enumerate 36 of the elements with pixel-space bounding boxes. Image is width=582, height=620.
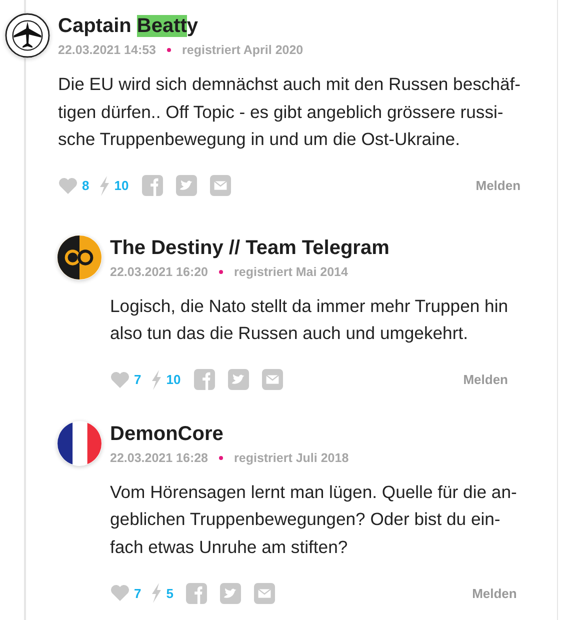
facebook-icon[interactable] <box>142 175 163 196</box>
mail-icon[interactable] <box>254 582 276 604</box>
like-count: 8 <box>82 178 90 193</box>
twitter-icon[interactable] <box>228 369 249 390</box>
lightning-icon[interactable] <box>98 176 110 196</box>
like-count: 7 <box>134 372 142 387</box>
comment-date: 22.03.2021 16:28 <box>110 450 208 464</box>
registration-date: registriert April 2020 <box>182 43 304 57</box>
registration-date: registriert Juli 2018 <box>234 450 349 464</box>
heart-icon[interactable] <box>110 370 130 388</box>
avatar-icon <box>57 234 102 280</box>
avatar-icon <box>5 13 50 58</box>
registration-date: registriert Mai 2014 <box>234 264 348 278</box>
heart-icon[interactable] <box>110 584 130 602</box>
flash-count: 10 <box>166 372 181 387</box>
heart-icon[interactable] <box>58 176 78 194</box>
like-count: 7 <box>134 586 142 600</box>
comment-text: Logisch, die Nato stellt da immer mehr Truppen hin also tun das die Russen auch und umgekehrt. <box>110 294 508 345</box>
comment-date: 22.03.2021 14:53 <box>58 43 156 57</box>
twitter-icon[interactable] <box>176 175 197 196</box>
author-name[interactable]: Captain Beatty <box>58 13 198 39</box>
flash-count: 10 <box>114 178 129 193</box>
author-name[interactable]: The Destiny // Team Telegram <box>110 234 390 260</box>
comment-text: Vom Hörensagen lernt man lügen. Quelle für die an- geblichen Truppenbewegungen? Oder bist du ein- fach etwas Unruhe am stiften? <box>110 480 517 558</box>
comment-date: 22.03.2021 16:20 <box>110 264 208 278</box>
facebook-icon[interactable] <box>186 582 208 604</box>
flash-count: 5 <box>166 586 174 600</box>
twitter-icon[interactable] <box>220 582 242 604</box>
author-name[interactable]: DemonCore <box>110 420 224 446</box>
facebook-icon[interactable] <box>194 369 215 390</box>
avatar-icon <box>57 420 102 466</box>
lightning-icon[interactable] <box>150 583 162 603</box>
mail-icon[interactable] <box>262 369 283 390</box>
comment-text: Die EU wird sich demnächst auch mit den Russen beschäf- tigen dürfen.. Off Topic - es gibt angeblich grössere russi- sche Truppenbewegung in und um die Ost-Ukraine. <box>58 73 521 151</box>
lightning-icon[interactable] <box>150 370 162 390</box>
mail-icon[interactable] <box>210 175 231 196</box>
